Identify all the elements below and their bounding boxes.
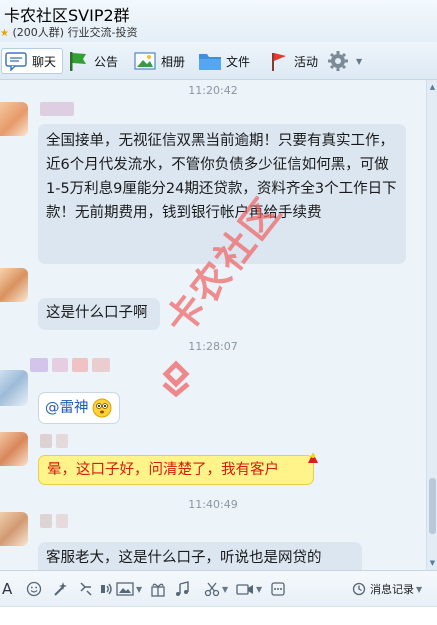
message-text: 全国接单，无视征信双黑当前逾期！只要有真实工作，近6个月代发流水，不管你负债多少… [46, 133, 397, 221]
sender-name [52, 358, 68, 372]
message-timestamp: 11:40:49 [188, 498, 238, 511]
font-icon[interactable]: A [2, 579, 12, 599]
sender-name [92, 358, 110, 372]
chevron-down-icon: ▼ [256, 584, 263, 594]
sender-name [40, 434, 52, 448]
chevron-down-icon: ▼ [136, 584, 143, 594]
scroll-thumb[interactable] [429, 478, 436, 534]
message-timestamp: 11:28:07 [188, 340, 238, 353]
message-bubble[interactable]: 客服老大，这是什么口子，听说也是网贷的 [38, 542, 362, 570]
video-call-icon[interactable]: ▼ [236, 579, 262, 599]
member-count: (200人群) [12, 26, 65, 39]
group-category[interactable]: 行业交流-投资 [68, 26, 138, 39]
flag-icon [66, 50, 90, 72]
message-timestamp: 11:20:42 [188, 84, 238, 97]
chat-scrollbar[interactable]: ▲ ▼ [426, 80, 437, 570]
tab-activity[interactable]: 活动 [266, 48, 318, 74]
group-title: 卡农社区SVIP2群 [4, 6, 130, 25]
tab-announcement[interactable]: 公告 [66, 48, 118, 74]
red-flag-icon [266, 50, 290, 72]
chevron-down-icon: ▼ [356, 56, 363, 66]
gift-icon[interactable] [150, 579, 166, 599]
sender-name [72, 358, 88, 372]
voice-message-icon[interactable] [100, 579, 116, 599]
tab-announcement-label: 公告 [94, 54, 119, 69]
tab-files[interactable]: 文件 [198, 48, 250, 74]
sender-name [40, 514, 52, 528]
ribbon-decoration-icon [306, 450, 320, 469]
more-tools-icon[interactable] [270, 579, 286, 599]
tab-activity-label: 活动 [294, 54, 319, 69]
message-text: 客服老大，这是什么口子，听说也是网贷的 [46, 550, 322, 566]
avatar[interactable] [0, 432, 28, 466]
star-icon: ★ [0, 28, 9, 39]
clock-icon [352, 582, 366, 596]
message-input-box[interactable] [0, 606, 437, 625]
message-history-label: 消息记录 [370, 583, 414, 596]
tab-album-label: 相册 [161, 54, 186, 69]
watermark-logo-icon [156, 358, 196, 398]
sender-name [56, 434, 68, 448]
tab-chat[interactable]: 聊天 [1, 48, 64, 74]
tab-album[interactable]: 相册 [133, 48, 185, 74]
mention-text[interactable]: @雷神 [45, 396, 89, 420]
chevron-down-icon: ▼ [416, 584, 423, 594]
folder-icon [198, 50, 222, 72]
chevron-down-icon: ▼ [222, 584, 229, 594]
message-bubble[interactable]: 这是什么口子啊 [38, 298, 160, 330]
sender-name [30, 358, 48, 372]
message-bubble[interactable]: @雷神 [38, 392, 120, 424]
group-subtitle: ★ (200人群) 行业交流-投资 [0, 24, 138, 40]
image-send-icon[interactable]: ▼ [116, 579, 142, 599]
scroll-up-icon[interactable]: ▲ [428, 82, 437, 92]
avatar[interactable] [0, 512, 28, 546]
settings-menu[interactable]: ▼ [326, 48, 362, 74]
message-bubble[interactable]: 晕，这口子好，问清楚了，我有客户 [38, 455, 314, 485]
avatar[interactable] [0, 268, 28, 302]
sender-name [56, 514, 68, 528]
nudge-icon[interactable] [78, 579, 94, 599]
chat-bubble-icon [4, 50, 28, 72]
avatar[interactable] [0, 102, 28, 136]
tab-chat-label: 聊天 [32, 54, 57, 69]
message-text: 这是什么口子啊 [46, 305, 148, 321]
sender-name [40, 102, 74, 116]
screenshot-scissors-icon[interactable]: ▼ [204, 579, 228, 599]
gear-icon [326, 50, 350, 72]
tab-files-label: 文件 [226, 54, 251, 69]
music-icon[interactable] [174, 579, 190, 599]
chat-message-area[interactable]: 11:20:42 全国接单，无视征信双黑当前逾期！只要有真实工作，近6个月代发流… [0, 80, 426, 570]
message-text: 晕，这口子好，问清楚了，我有客户 [47, 462, 279, 478]
input-toolbar: A ▼ ▼ ▼ 消息记录 ▼ [0, 570, 437, 606]
scroll-down-icon[interactable]: ▼ [428, 558, 437, 568]
emoji-icon[interactable] [26, 579, 42, 599]
photo-album-icon [133, 50, 157, 72]
message-history-button[interactable]: 消息记录 ▼ [352, 579, 422, 599]
avatar[interactable] [0, 370, 28, 406]
shocked-emoji-icon [92, 398, 112, 418]
magic-wand-icon[interactable] [52, 579, 68, 599]
window-header: 卡农社区SVIP2群 ★ (200人群) 行业交流-投资 [0, 0, 437, 42]
group-toolbar: 聊天 公告 相册 文件 活动 ▼ [0, 42, 437, 80]
